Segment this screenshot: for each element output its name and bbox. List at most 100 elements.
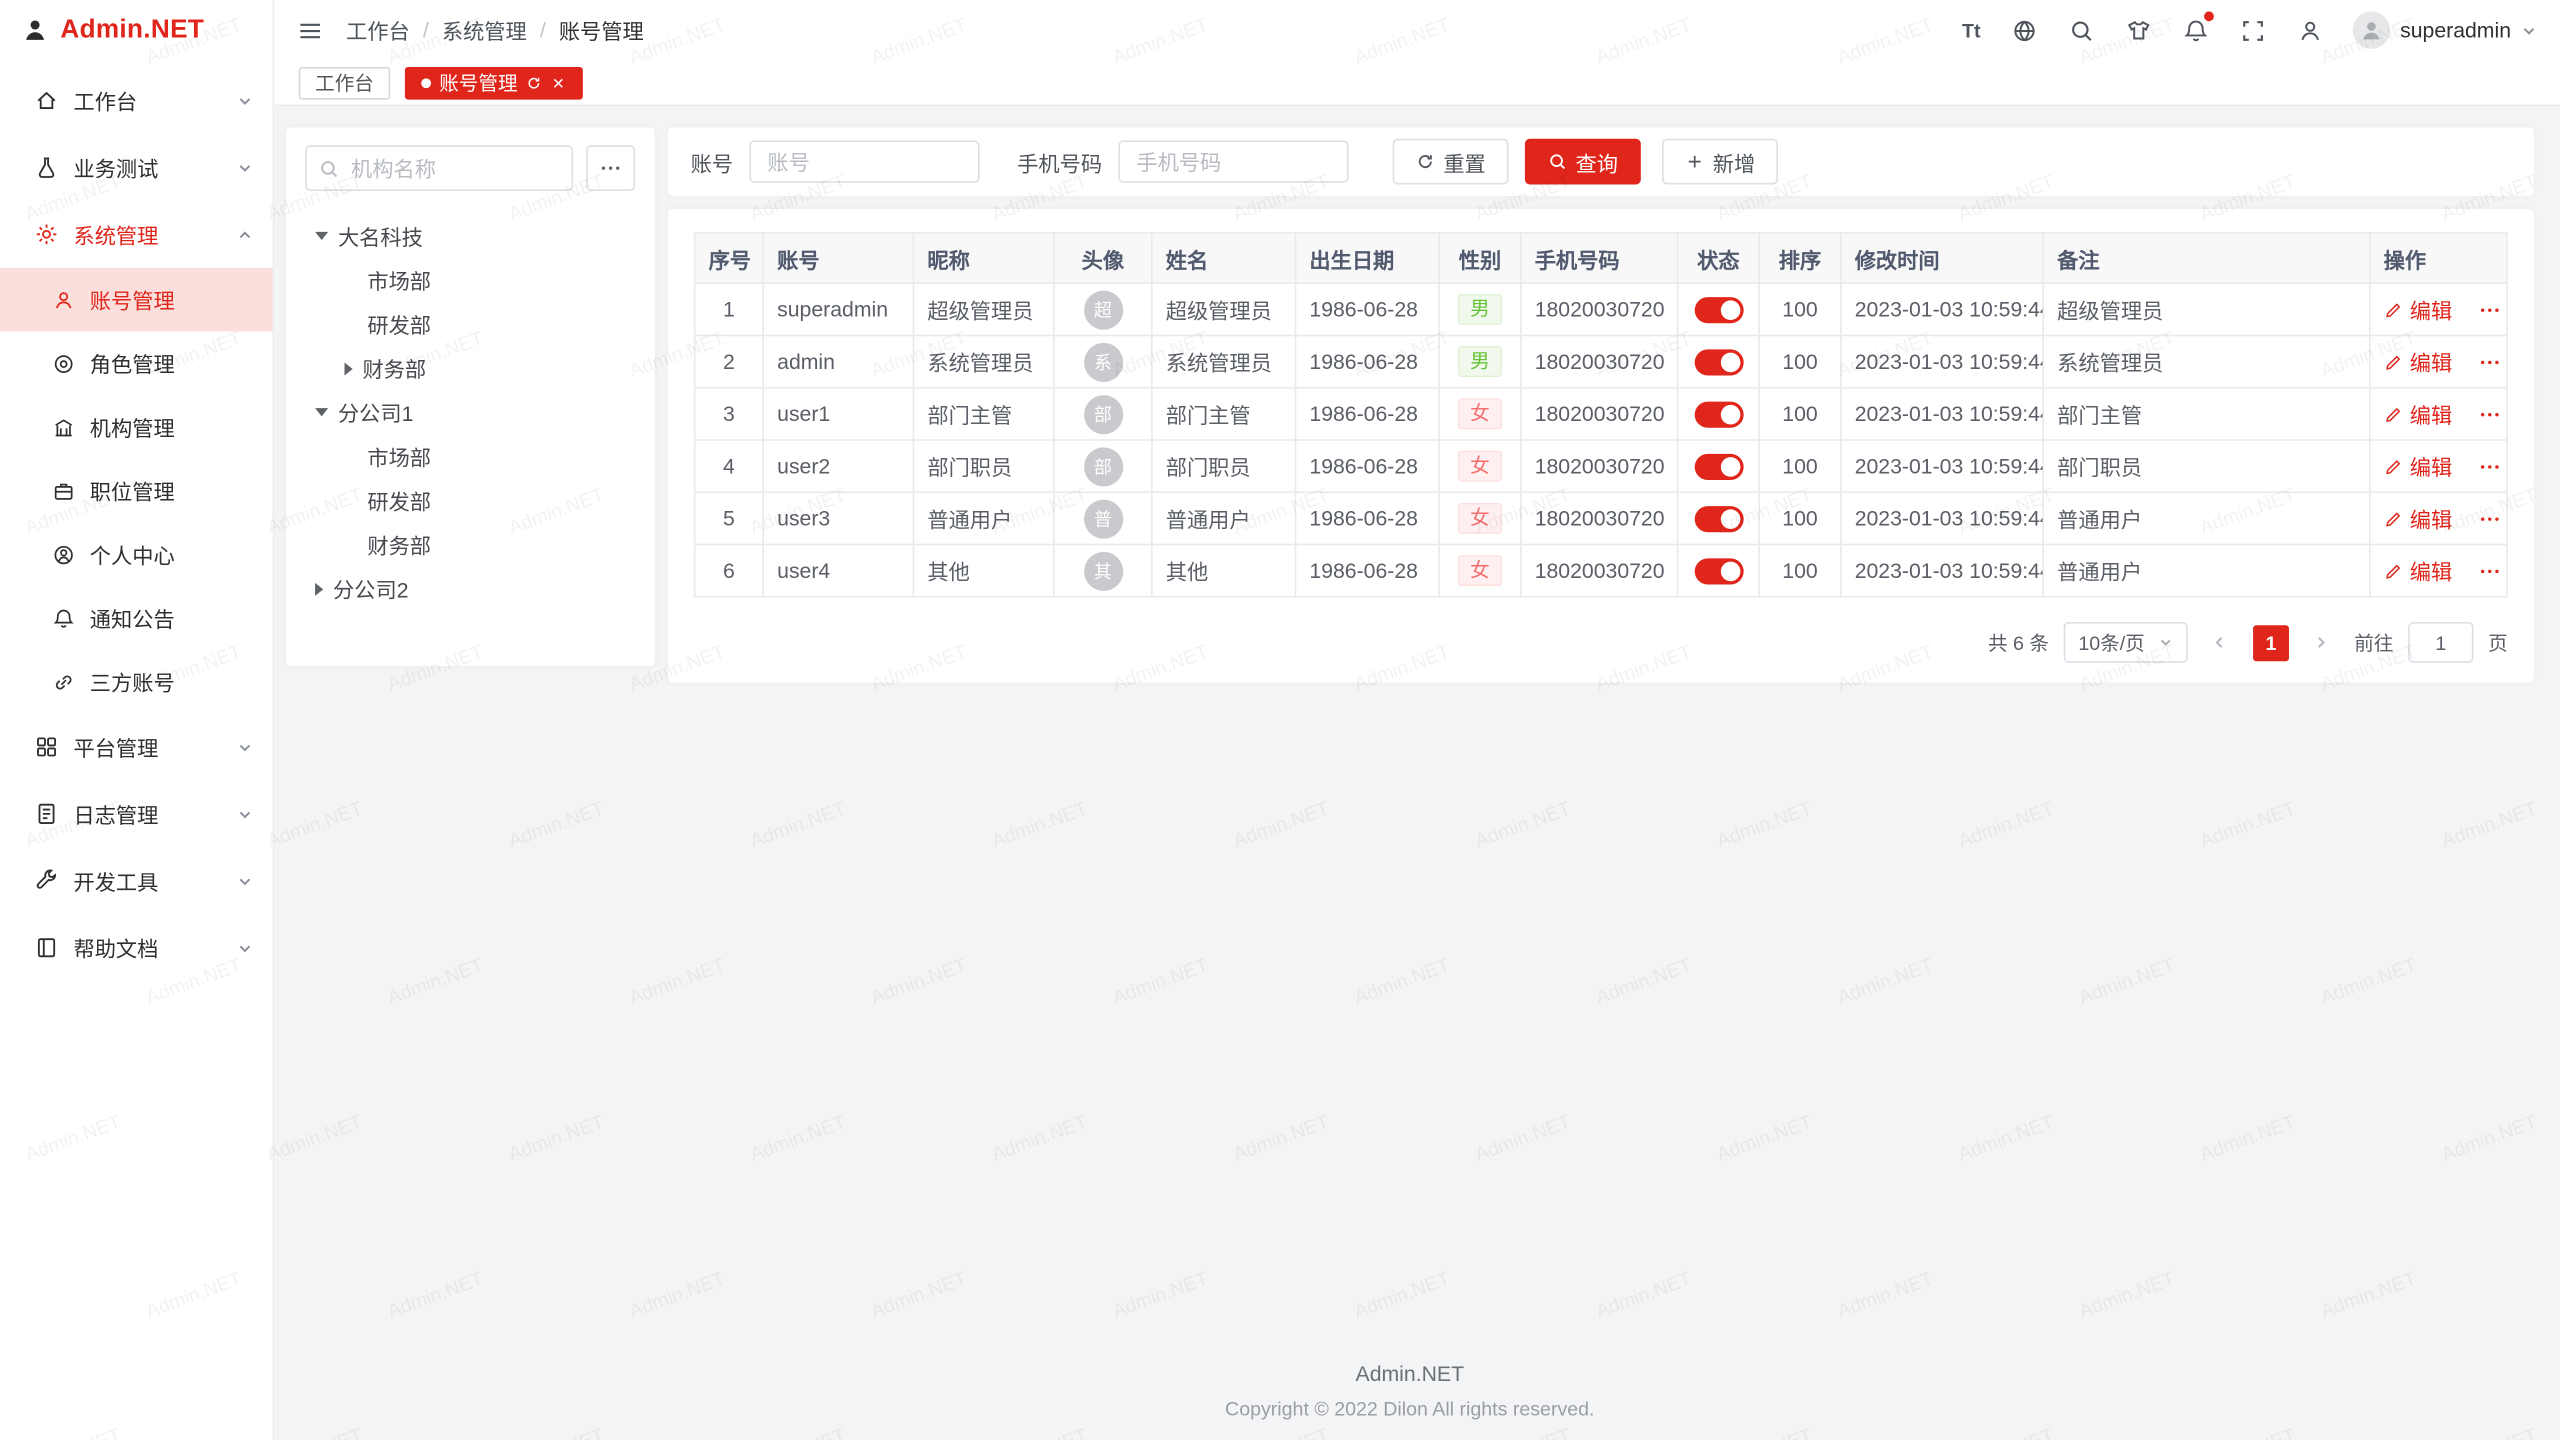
tree-node[interactable]: 财务部 <box>305 346 635 390</box>
tree-caret-icon[interactable] <box>315 408 328 416</box>
row-more-button[interactable] <box>2478 350 2501 373</box>
cell-name: 部门职员 <box>1152 440 1296 492</box>
row-more-button[interactable] <box>2478 298 2501 321</box>
row-more-button[interactable] <box>2478 559 2501 582</box>
edit-button[interactable]: 编辑 <box>2384 398 2453 429</box>
tree-node[interactable]: 分公司2 <box>305 567 635 611</box>
table-header-row: 序号 账号 昵称 头像 姓名 出生日期 性别 手机号码 状态 排序 修改时间 <box>695 233 2507 284</box>
page-size-select[interactable]: 10条/页 <box>2064 622 2188 663</box>
tree-node[interactable]: 市场部 <box>305 258 635 302</box>
search-label: 查询 <box>1576 146 1618 177</box>
goto-page-input[interactable] <box>2408 622 2473 663</box>
tab-workbench[interactable]: 工作台 <box>299 66 390 99</box>
sidebar-item-business-test[interactable]: 业务测试 <box>0 134 273 201</box>
tree-caret-icon[interactable] <box>344 323 357 325</box>
filter-bar: 账号 手机号码 重置 查询 新增 <box>668 127 2534 196</box>
sidebar-item-org-manage[interactable]: 机构管理 <box>0 395 273 459</box>
language-icon[interactable] <box>2010 16 2038 44</box>
status-toggle[interactable] <box>1694 558 1743 584</box>
sidebar-item-log-manage[interactable]: 日志管理 <box>0 780 273 847</box>
cell-account: user3 <box>763 492 913 544</box>
tree-more-button[interactable] <box>586 145 635 191</box>
phone-input[interactable] <box>1118 140 1348 182</box>
tree-node[interactable]: 财务部 <box>305 522 635 566</box>
gender-tag: 女 <box>1459 398 1501 429</box>
sidebar-item-third-party-account[interactable]: 三方账号 <box>0 650 273 714</box>
tree-node[interactable]: 大名科技 <box>305 214 635 258</box>
reset-button[interactable]: 重置 <box>1393 139 1509 185</box>
cell-phone: 18020030720 <box>1521 336 1678 388</box>
sidebar-item-personal-center[interactable]: 个人中心 <box>0 522 273 586</box>
edit-button[interactable]: 编辑 <box>2384 294 2453 325</box>
cell-modified: 2023-01-03 10:59:44 <box>1841 440 2043 492</box>
account-input[interactable] <box>749 140 979 182</box>
tree-caret-icon[interactable] <box>344 544 357 546</box>
page-number-1[interactable]: 1 <box>2253 624 2289 660</box>
cell-modified: 2023-01-03 10:59:44 <box>1841 283 2043 335</box>
breadcrumb-item[interactable]: 工作台 <box>346 15 410 46</box>
org-search-input[interactable] <box>305 145 573 191</box>
menu-label: 业务测试 <box>73 152 158 183</box>
cell-nickname: 其他 <box>913 544 1053 596</box>
sidebar-item-platform-manage[interactable]: 平台管理 <box>0 713 273 780</box>
accounts-table-card: 序号 账号 昵称 头像 姓名 出生日期 性别 手机号码 状态 排序 修改时间 <box>668 209 2534 682</box>
col-modified: 修改时间 <box>1841 233 2043 284</box>
edit-button[interactable]: 编辑 <box>2384 346 2453 377</box>
document-icon <box>34 802 58 826</box>
content-row: 大名科技 市场部 研发部 财务部 分公司1 市场部 研发部 财务部 分公司2 <box>286 127 2534 682</box>
sidebar-item-position-manage[interactable]: 职位管理 <box>0 459 273 523</box>
status-toggle[interactable] <box>1694 454 1743 480</box>
status-toggle[interactable] <box>1694 297 1743 323</box>
status-toggle[interactable] <box>1694 506 1743 532</box>
close-icon[interactable] <box>550 74 566 90</box>
chevron-down-icon <box>237 739 253 755</box>
tree-node[interactable]: 研发部 <box>305 478 635 522</box>
edit-button[interactable]: 编辑 <box>2384 503 2453 534</box>
status-toggle[interactable] <box>1694 349 1743 375</box>
sidebar-item-system-manage[interactable]: 系统管理 <box>0 201 273 268</box>
tab-account-manage[interactable]: 账号管理 <box>405 66 583 99</box>
next-page-button[interactable] <box>2304 624 2340 660</box>
edit-button[interactable]: 编辑 <box>2384 555 2453 586</box>
notification-bell-icon[interactable] <box>2181 16 2209 44</box>
tree-caret-icon[interactable] <box>344 279 357 281</box>
tree-caret-icon[interactable] <box>344 362 352 375</box>
row-more-button[interactable] <box>2478 507 2501 530</box>
cell-remark: 部门职员 <box>2043 440 2370 492</box>
user-icon[interactable] <box>2296 16 2324 44</box>
fullscreen-icon[interactable] <box>2238 16 2266 44</box>
sidebar-item-role-manage[interactable]: 角色管理 <box>0 331 273 395</box>
sidebar-item-account-manage[interactable]: 账号管理 <box>0 268 273 332</box>
tree-node[interactable]: 研发部 <box>305 302 635 346</box>
tree-caret-icon[interactable] <box>344 500 357 502</box>
tree-node[interactable]: 分公司1 <box>305 390 635 434</box>
sidebar-item-dev-tools[interactable]: 开发工具 <box>0 847 273 914</box>
tree-caret-icon[interactable] <box>315 232 328 240</box>
tree-caret-icon[interactable] <box>315 582 323 595</box>
sidebar-item-workbench[interactable]: 工作台 <box>0 67 273 134</box>
hamburger-menu-icon[interactable] <box>297 17 323 43</box>
prev-page-button[interactable] <box>2202 624 2238 660</box>
cell-birth: 1986-06-28 <box>1296 492 1440 544</box>
tree-node[interactable]: 市场部 <box>305 434 635 478</box>
right-column: 账号 手机号码 重置 查询 新增 <box>668 127 2534 682</box>
add-button[interactable]: 新增 <box>1662 139 1778 185</box>
edit-button[interactable]: 编辑 <box>2384 451 2453 482</box>
tree-caret-icon[interactable] <box>344 456 357 458</box>
org-search-wrap <box>305 145 573 191</box>
user-menu[interactable]: superadmin <box>2353 11 2537 49</box>
refresh-icon[interactable] <box>526 74 542 90</box>
sidebar-item-help-docs[interactable]: 帮助文档 <box>0 914 273 981</box>
theme-icon[interactable] <box>2124 16 2152 44</box>
cell-avatar: 系 <box>1054 336 1152 388</box>
col-account: 账号 <box>763 233 913 284</box>
edit-pencil-icon <box>2384 404 2404 424</box>
breadcrumb-item[interactable]: 系统管理 <box>442 15 527 46</box>
search-button[interactable]: 查询 <box>1525 139 1641 185</box>
search-icon[interactable] <box>2067 16 2095 44</box>
font-size-icon[interactable]: Tt <box>1962 16 1980 44</box>
row-more-button[interactable] <box>2478 402 2501 425</box>
status-toggle[interactable] <box>1694 401 1743 427</box>
row-more-button[interactable] <box>2478 455 2501 478</box>
sidebar-item-notice[interactable]: 通知公告 <box>0 586 273 650</box>
